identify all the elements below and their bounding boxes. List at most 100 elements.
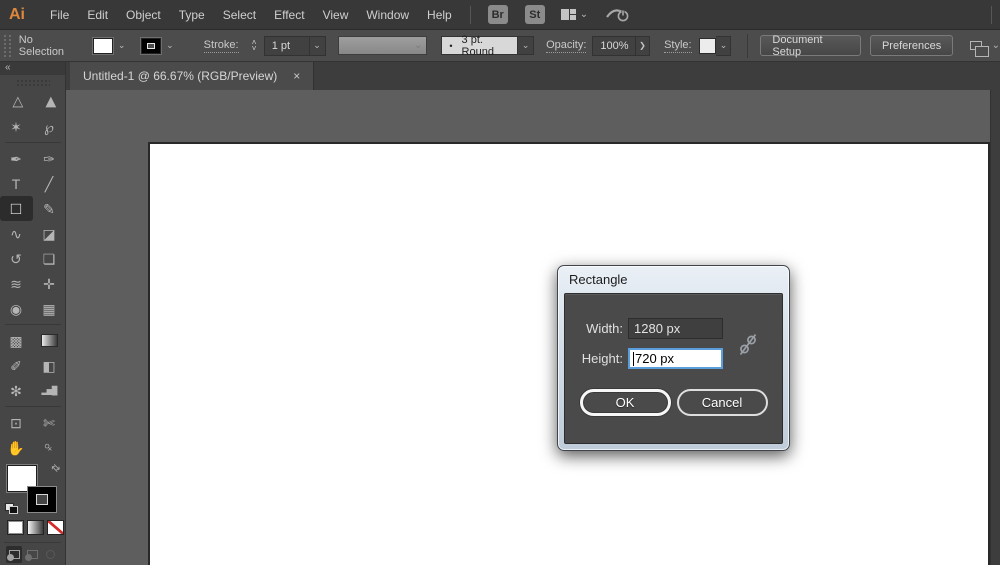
menu-item-file[interactable]: File — [41, 8, 78, 22]
rectangle-tool[interactable]: □ — [0, 196, 33, 221]
menu-item-select[interactable]: Select — [214, 8, 265, 22]
eraser-tool[interactable]: ◪ — [33, 221, 66, 246]
chevron-down-icon[interactable]: ⌄ — [166, 40, 174, 51]
stroke-weight-field[interactable]: 1 pt ⌄ — [264, 36, 326, 56]
direct-selection-icon: ▶ — [42, 96, 56, 107]
scale-tool[interactable]: ❏ — [33, 246, 66, 271]
lasso-tool[interactable]: ℘ — [33, 114, 66, 139]
selection-tool[interactable]: ▷ — [0, 89, 33, 114]
cc-sync-icon[interactable] — [606, 6, 630, 23]
dialog-body: Width: 1280 px Height: 720 px OK Cancel — [564, 293, 783, 444]
width-tool[interactable]: ≋ — [0, 271, 33, 296]
paintbrush-tool[interactable]: ✎ — [33, 196, 66, 221]
symbol-sprayer-tool[interactable]: ✻ — [0, 378, 33, 403]
graphic-style-swatch[interactable] — [699, 38, 717, 54]
color-button[interactable] — [7, 520, 24, 535]
fill-color-swatch[interactable] — [93, 38, 113, 54]
menu-item-help[interactable]: Help — [418, 8, 461, 22]
stroke-weight-stepper[interactable]: ˄ ˅ — [249, 40, 260, 52]
opacity-label[interactable]: Opacity: — [546, 39, 586, 53]
direct-selection-tool[interactable]: ▶ — [33, 89, 66, 114]
slice-tool[interactable]: ✄ — [33, 410, 66, 435]
perspective-grid-tool[interactable]: ▦ — [33, 296, 66, 321]
preferences-button[interactable]: Preferences — [870, 35, 953, 56]
menu-item-effect[interactable]: Effect — [265, 8, 313, 22]
bridge-button[interactable]: Br — [488, 5, 508, 24]
stroke-color-swatch[interactable] — [141, 38, 161, 54]
line-segment-tool[interactable]: ╱ — [33, 171, 66, 196]
collapse-panel-icon[interactable]: « — [0, 62, 65, 75]
panel-grip[interactable] — [16, 79, 50, 87]
magic-wand-tool[interactable]: ✶ — [0, 114, 33, 139]
opacity-field[interactable]: 100% — [592, 36, 636, 56]
shape-builder-tool[interactable]: ◉ — [0, 296, 33, 321]
rotate-tool[interactable]: ↺ — [0, 246, 33, 271]
menu-item-edit[interactable]: Edit — [78, 8, 117, 22]
hand-tool[interactable]: ✋ — [0, 435, 33, 460]
gradient-button[interactable] — [27, 520, 44, 535]
default-fill-stroke-icon[interactable] — [5, 503, 18, 514]
curvature-icon: ✑ — [43, 152, 55, 166]
chevron-down-icon[interactable]: ⌄ — [580, 10, 588, 20]
spinner-down-icon[interactable]: ˅ — [252, 46, 257, 52]
document-tab[interactable]: Untitled-1 @ 66.67% (RGB/Preview) × — [70, 62, 314, 90]
shaper-tool[interactable]: ∿ — [0, 221, 33, 246]
zoom-tool[interactable]: ♀ — [33, 435, 66, 460]
workspace-switcher-icon[interactable] — [561, 9, 576, 20]
height-field[interactable]: 720 px — [628, 348, 723, 369]
ok-button[interactable]: OK — [580, 389, 671, 416]
pen-tool[interactable]: ✒ — [0, 146, 33, 171]
menu-item-view[interactable]: View — [314, 8, 358, 22]
stroke-label[interactable]: Stroke: — [204, 39, 239, 53]
variable-width-profile-dropdown[interactable]: ⌄ — [338, 36, 428, 55]
eyedropper-icon: ✐ — [10, 359, 22, 373]
width-field[interactable]: 1280 px — [628, 318, 723, 339]
draw-normal-button[interactable] — [6, 546, 22, 563]
chevron-down-icon[interactable]: ⌄ — [118, 40, 126, 51]
chevron-down-icon[interactable]: ⌄ — [518, 36, 534, 55]
stroke-proxy-swatch[interactable] — [27, 486, 57, 513]
chevron-down-icon[interactable]: ⌄ — [716, 36, 731, 56]
arrange-documents-icon[interactable] — [970, 41, 981, 50]
stroke-weight-value: 1 pt — [265, 40, 309, 52]
blend-tool[interactable]: ◧ — [33, 353, 66, 378]
curvature-tool[interactable]: ✑ — [33, 146, 66, 171]
cancel-button[interactable]: Cancel — [677, 389, 768, 416]
opacity-panel-arrow[interactable]: ❯ — [636, 36, 650, 56]
dialog-title-bar[interactable]: Rectangle — [558, 266, 789, 293]
canvas-area — [66, 90, 990, 565]
illustrator-logo: Ai — [9, 6, 25, 24]
mesh-tool[interactable]: ▩ — [0, 328, 33, 353]
brush-definition-field[interactable]: • 3 pt. Round — [441, 36, 518, 55]
paintbrush-icon: ✎ — [43, 202, 55, 216]
type-icon: T — [12, 177, 21, 191]
lasso-icon: ℘ — [44, 120, 54, 134]
style-label[interactable]: Style: — [664, 39, 692, 53]
stock-button[interactable]: St — [525, 5, 545, 24]
document-setup-button[interactable]: Document Setup — [760, 35, 861, 56]
menu-bar: Ai FileEditObjectTypeSelectEffectViewWin… — [0, 0, 1000, 30]
swap-fill-stroke-icon[interactable]: ⇄ — [48, 462, 62, 476]
menu-items: FileEditObjectTypeSelectEffectViewWindow… — [41, 8, 461, 22]
hand-icon: ✋ — [7, 441, 24, 455]
draw-inside-button[interactable] — [43, 546, 59, 563]
puppet-warp-tool[interactable]: ✛ — [33, 271, 66, 296]
none-button[interactable] — [47, 520, 64, 535]
tab-close-icon[interactable]: × — [293, 69, 300, 83]
constrain-proportions-unlinked-icon[interactable] — [738, 332, 758, 357]
menu-item-window[interactable]: Window — [357, 8, 418, 22]
type-tool[interactable]: T — [0, 171, 33, 196]
tool-grid: ▷ ▶ ✶ ℘ ✒ ✑ T ╱□ ✎ ∿◪↺❏≋✛◉▦ ▩ ✐ ◧✻▂▅█⊡✄ ✋ ♀ — [0, 88, 65, 460]
menu-item-object[interactable]: Object — [117, 8, 170, 22]
artboard-tool[interactable]: ⊡ — [0, 410, 33, 435]
chevron-down-icon[interactable]: ⌄ — [992, 41, 1000, 51]
column-graph-tool[interactable]: ▂▅█ — [33, 378, 66, 403]
chevron-down-icon[interactable]: ⌄ — [309, 37, 325, 55]
width-label: Width: — [577, 321, 623, 336]
rectangle-dialog: Rectangle Width: 1280 px Height: 720 px … — [557, 265, 790, 451]
gradient-tool[interactable] — [33, 328, 66, 353]
draw-behind-button[interactable] — [24, 546, 40, 563]
menu-item-type[interactable]: Type — [170, 8, 214, 22]
mesh-icon: ▩ — [9, 334, 22, 348]
eyedropper-tool[interactable]: ✐ — [0, 353, 33, 378]
